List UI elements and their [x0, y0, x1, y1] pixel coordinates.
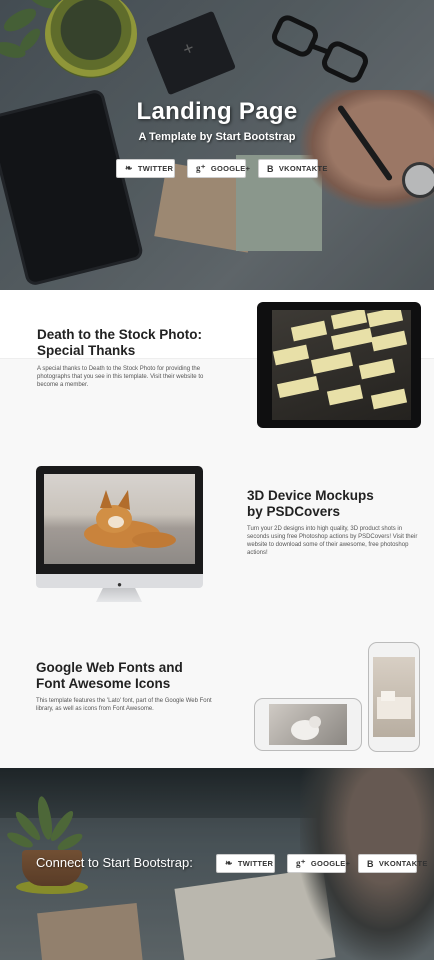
google-plus-button-label: GOOGLE+ [210, 164, 251, 173]
content-section-device-mockups: ● 3D Device Mockups by PSDCovers Turn yo… [0, 460, 434, 630]
section-body: A special thanks to Death to the Stock P… [37, 366, 204, 388]
twitter-button[interactable]: ❧ TWITTER [116, 159, 175, 178]
footer-social-buttons: ❧ TWITTER g⁺ GOOGLE+ B VKONTAKTE [216, 854, 427, 873]
section-body: Turn your 2D designs into high quality, … [247, 526, 418, 556]
vkontakte-button-label: VKONTAKTE [278, 164, 328, 173]
hero-section [0, 0, 434, 290]
footer-cta-text: Connect to Start Bootstrap: [36, 855, 193, 870]
google-plus-button-label: GOOGLE+ [310, 859, 351, 868]
google-plus-button[interactable]: g⁺ GOOGLE+ [287, 854, 350, 873]
twitter-button[interactable]: ❧ TWITTER [216, 854, 275, 873]
google-plus-icon: g⁺ [196, 163, 206, 173]
section-heading: Google Web Fonts and Font Awesome Icons [36, 660, 183, 691]
hero-title: Landing Page [136, 98, 298, 125]
section-body: This template features the 'Lato' font, … [36, 698, 212, 712]
dog-photo [44, 474, 195, 564]
content-section-fonts-icons: Google Web Fonts and Font Awesome Icons … [0, 630, 434, 768]
twitter-button-label: TWITTER [237, 859, 274, 868]
apple-logo-icon: ● [117, 580, 122, 589]
vkontakte-button[interactable]: B VKONTAKTE [358, 854, 427, 873]
content-section-stock-photo: Death to the Stock Photo: Special Thanks… [0, 290, 434, 460]
hero-subtitle: A Template by Start Bootstrap [138, 131, 296, 143]
ipad-mockup-image [257, 302, 421, 428]
twitter-icon: ❧ [125, 163, 133, 173]
imac-mockup-image: ● [36, 466, 203, 604]
twitter-icon: ❧ [225, 858, 233, 868]
vkontakte-icon: B [367, 858, 374, 869]
iphone-landscape-mockup-image [254, 698, 362, 751]
vkontakte-button-label: VKONTAKTE [378, 859, 428, 868]
vkontakte-button[interactable]: B VKONTAKTE [258, 159, 327, 178]
section-heading: Death to the Stock Photo: Special Thanks [37, 327, 202, 358]
google-plus-button[interactable]: g⁺ GOOGLE+ [187, 159, 250, 178]
iphone-portrait-mockup-image [368, 642, 420, 752]
hero-social-buttons: ❧ TWITTER g⁺ GOOGLE+ B VKONTAKTE [116, 159, 327, 178]
google-plus-icon: g⁺ [296, 858, 306, 868]
twitter-button-label: TWITTER [137, 164, 174, 173]
section-heading: 3D Device Mockups by PSDCovers [247, 488, 374, 519]
vkontakte-icon: B [267, 163, 274, 174]
sticky-notes-photo [272, 310, 411, 420]
